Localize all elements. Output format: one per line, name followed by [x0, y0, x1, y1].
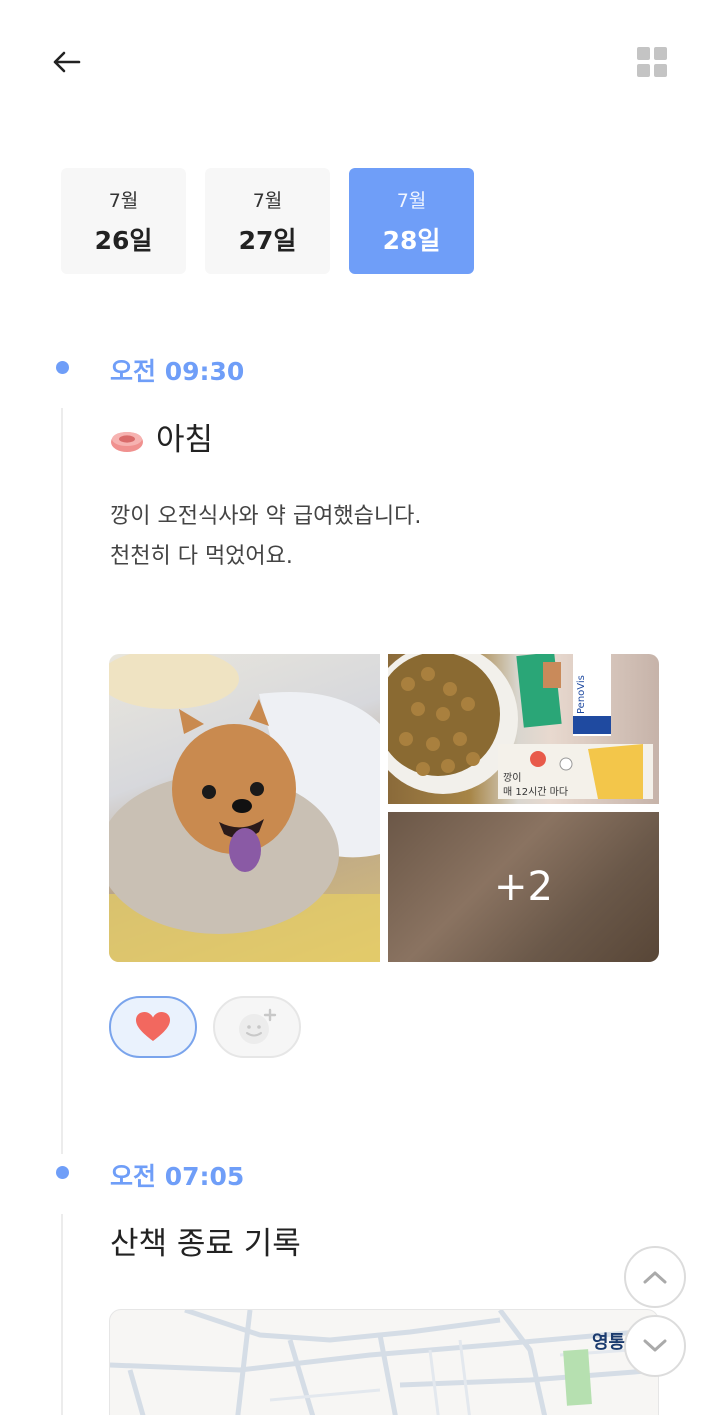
entry-time: 오전 09:30	[110, 357, 245, 386]
food-bowl-icon	[110, 425, 144, 452]
back-button[interactable]	[44, 40, 88, 84]
date-tab-26[interactable]: 7월 26일	[61, 168, 186, 274]
photo-food-medicine[interactable]: PenoVis 깡이 매 12시간 마다	[388, 654, 659, 804]
entry-title: 아침	[110, 414, 213, 459]
date-tab-month: 7월	[108, 189, 139, 212]
entry-title: 산책 종료 기록	[110, 1226, 301, 1262]
add-reaction-button[interactable]	[213, 996, 301, 1058]
walk-map[interactable]: 영통	[109, 1309, 659, 1415]
add-emoji-icon	[239, 1008, 277, 1044]
more-photos-count: +2	[494, 864, 553, 910]
timeline-line	[61, 408, 63, 1154]
package-brand-text: PenoVis	[576, 675, 587, 714]
entry-time: 오전 07:05	[110, 1162, 245, 1191]
heart-reaction-button[interactable]	[109, 996, 197, 1058]
grid-view-button[interactable]	[630, 40, 674, 84]
date-tabs: 7월 26일 7월 27일 7월 28일	[61, 168, 474, 274]
date-tab-day: 28일	[382, 225, 441, 255]
map-place-label: 영통	[592, 1332, 626, 1353]
heart-icon	[136, 1012, 170, 1041]
date-tab-28[interactable]: 7월 28일	[349, 168, 474, 274]
photo-grid: PenoVis 깡이 매 12시간 마다 +2	[109, 654, 659, 962]
description-line: 천천히 다 먹었어요.	[110, 544, 293, 569]
date-tab-month: 7월	[396, 189, 427, 212]
timeline-dot	[56, 1166, 69, 1179]
arrow-left-icon	[53, 51, 81, 73]
photo-dog[interactable]	[109, 654, 380, 962]
timeline-dot	[56, 361, 69, 374]
description-line: 깡이 오전식사와 약 급여했습니다.	[110, 504, 422, 529]
medicine-label-text: 매 12시간 마다	[503, 786, 568, 798]
date-tab-27[interactable]: 7월 27일	[205, 168, 330, 274]
chevron-down-icon	[643, 1339, 667, 1352]
entry-title-text: 아침	[156, 422, 214, 458]
scroll-down-button[interactable]	[624, 1315, 686, 1377]
date-tab-day: 27일	[238, 225, 297, 255]
scroll-up-button[interactable]	[624, 1246, 686, 1308]
timeline-line	[61, 1214, 63, 1415]
photo-more[interactable]: +2	[388, 812, 659, 962]
grid-view-icon	[637, 47, 667, 77]
date-tab-month: 7월	[252, 189, 283, 212]
medicine-label-text: 깡이	[503, 772, 521, 784]
chevron-up-icon	[643, 1271, 667, 1284]
date-tab-day: 26일	[94, 225, 153, 255]
entry-description: 깡이 오전식사와 약 급여했습니다. 천천히 다 먹었어요.	[110, 497, 421, 577]
